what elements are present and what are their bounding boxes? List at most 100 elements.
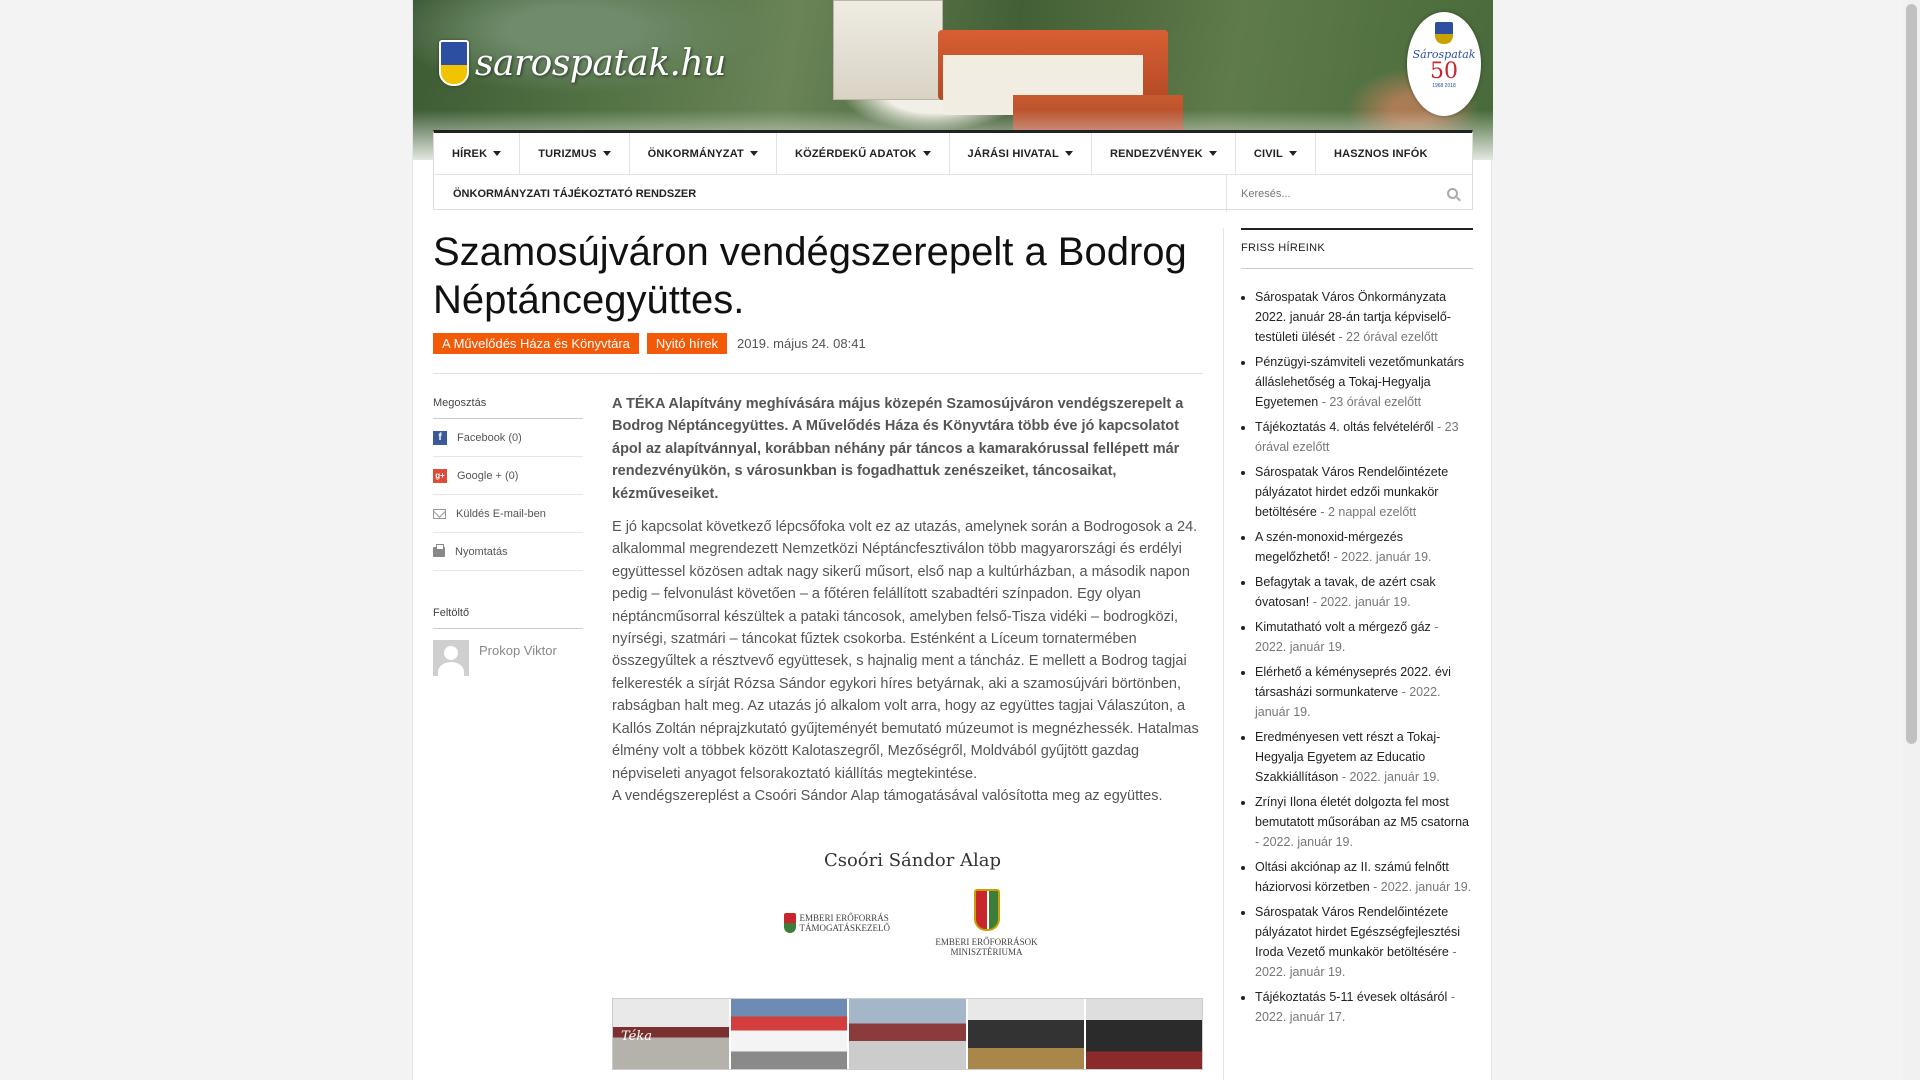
list-item: Zrínyi Ilona életét dolgozta fel most be… — [1241, 792, 1473, 852]
caret-down-icon — [922, 151, 931, 156]
search-input[interactable] — [1241, 187, 1431, 200]
nav-item[interactable]: HÍREK — [434, 133, 521, 174]
coat-of-arms-icon — [439, 40, 469, 86]
list-item: Oltási akciónap az II. számú felnőtt ház… — [1241, 857, 1473, 897]
news-time: - 2022. január 19. — [1330, 550, 1432, 564]
news-link[interactable]: Tájékoztatás 4. oltás felvételéről — [1255, 420, 1434, 434]
nav-item-label: TURIZMUS — [538, 147, 597, 160]
news-time: - 2022. január 19. — [1369, 880, 1472, 894]
list-item: Eredményesen vett részt a Tokaj-Hegyalja… — [1241, 727, 1473, 787]
scrollbar[interactable] — [1903, 0, 1920, 1080]
sidebar-heading: FRISS HÍREINK — [1241, 228, 1473, 269]
share-label: Nyomtatás — [455, 545, 508, 558]
category-tag[interactable]: A Művelődés Háza és Könyvtára — [433, 333, 639, 354]
caret-down-icon — [1208, 151, 1217, 156]
search-box — [1226, 175, 1472, 212]
roofs-image — [1013, 95, 1183, 135]
nav-item[interactable]: KÖZÉRDEKŰ ADATOK — [777, 133, 950, 174]
nav-item-label: KÖZÉRDEKŰ ADATOK — [794, 147, 917, 160]
share-label: Küldés E-mail-ben — [456, 507, 546, 520]
sponsor-left-text: EMBERI ERŐFORRÁS TÁMOGATÁSKEZELŐ — [799, 913, 891, 933]
nav-item[interactable]: JÁRÁSI HIVATAL — [950, 133, 1092, 174]
print-icon — [433, 543, 445, 557]
nav-item[interactable]: TURIZMUS — [520, 133, 630, 174]
sponsor-block: Csoóri Sándor Alap EMBERI ERŐFORRÁS TÁMO… — [612, 850, 1203, 957]
sponsor-logos: EMBERI ERŐFORRÁS TÁMOGATÁSKEZELŐ EMBERI … — [622, 889, 1203, 957]
list-item: Sárospatak Város Rendelőintézete pályáza… — [1241, 902, 1473, 982]
google-plus-icon: g+ — [433, 468, 447, 483]
article-title: Szamosújváron vendégszerepelt a Bodrog N… — [433, 230, 1187, 322]
nav-row-primary: HÍREK TURIZMUS ÖNKORMÁNYZAT KÖZÉRDEKŰ ADATO… — [434, 133, 1472, 175]
list-item: Sárospatak Város Rendelőintézete pályáza… — [1241, 462, 1473, 522]
share-google-plus[interactable]: g+ Google + (0) — [433, 457, 583, 495]
article-paragraph: E jó kapcsolat következő lépcsőfoka volt… — [612, 519, 1199, 782]
article-lead: A TÉKA Alapítvány meghívására május köze… — [612, 396, 1184, 502]
gallery-thumbnail[interactable] — [849, 999, 966, 1069]
main-navigation: HÍREK TURIZMUS ÖNKORMÁNYZAT KÖZÉRDEKŰ ADATO… — [433, 130, 1473, 212]
share-email[interactable]: Küldés E-mail-ben — [433, 495, 583, 533]
list-item: Elérhető a kéményseprés 2022. évi társas… — [1241, 662, 1473, 722]
nav-item-label: JÁRÁSI HIVATAL — [967, 147, 1059, 160]
gallery-thumbnail[interactable] — [731, 999, 848, 1069]
share-facebook[interactable]: f Facebook (0) — [433, 419, 583, 457]
news-link[interactable]: Sárospatak Város Rendelőintézete pályáza… — [1255, 905, 1460, 959]
badge-crest-icon — [1435, 22, 1453, 44]
list-item: A szén-monoxid-mérgezés megelőzhető! - 2… — [1241, 527, 1473, 567]
avatar — [433, 640, 469, 676]
nav-item-onkormanyzati-tajekoztato[interactable]: ÖNKORMÁNYZATI TÁJÉKOZTATÓ RENDSZER — [434, 188, 1226, 200]
nav-item[interactable]: ÖNKORMÁNYZAT — [630, 133, 777, 174]
news-time: - 2022. január 19. — [1338, 770, 1440, 784]
list-item: Tájékoztatás 5-11 évesek oltásáról - 202… — [1241, 987, 1473, 1027]
hungarian-crest-icon — [973, 889, 1000, 931]
nav-item-label: RENDEZVÉNYEK — [1109, 147, 1203, 160]
sidebar: FRISS HÍREINK Sárospatak Város Önkormány… — [1241, 228, 1473, 1032]
sponsor-logo-left: EMBERI ERŐFORRÁS TÁMOGATÁSKEZELŐ — [783, 913, 918, 933]
news-list: Sárospatak Város Önkormányzata 2022. jan… — [1241, 287, 1473, 1027]
crest-icon — [783, 913, 796, 933]
gallery-thumbnail[interactable] — [967, 999, 1084, 1069]
share-print[interactable]: Nyomtatás — [433, 533, 583, 571]
column-divider — [1223, 228, 1224, 1080]
category-tag[interactable]: Nyitó hírek — [646, 333, 728, 354]
share-label: Facebook (0) — [457, 431, 522, 444]
list-item: Sárospatak Város Önkormányzata 2022. jan… — [1241, 287, 1473, 347]
caret-down-icon — [1288, 151, 1297, 156]
nav-item-label: CIVIL — [1253, 147, 1283, 160]
article-closing: A vendégszereplést a Csoóri Sándor Alap … — [612, 787, 1163, 804]
article-date: 2019. május 24. 08:41 — [737, 336, 866, 351]
caret-down-icon — [602, 151, 611, 156]
list-item: Tájékoztatás 4. oltás felvételéről - 23 … — [1241, 417, 1473, 457]
sponsor-title: Csoóri Sándor Alap — [823, 850, 1002, 871]
news-link[interactable]: Tájékoztatás 5-11 évesek oltásáról — [1255, 990, 1447, 1004]
gallery-thumbnail[interactable] — [613, 999, 730, 1069]
news-link[interactable]: Kimutatható volt a mérgező gáz — [1255, 620, 1431, 634]
caret-down-icon — [493, 151, 502, 156]
nav-item[interactable]: RENDEZVÉNYEK — [1092, 133, 1236, 174]
logo-text: sarospatak.hu — [475, 42, 726, 84]
nav-item[interactable]: HASZNOS INFÓK — [1316, 133, 1446, 174]
gallery-thumbnail[interactable] — [1085, 999, 1203, 1069]
site-logo[interactable]: sarospatak.hu — [439, 40, 726, 86]
nav-item[interactable]: CIVIL — [1236, 133, 1316, 174]
search-icon[interactable] — [1447, 188, 1458, 199]
badge-number: 50 — [1430, 59, 1458, 84]
news-time: - 2 nappal ezelőtt — [1316, 505, 1417, 519]
facebook-icon: f — [433, 430, 447, 445]
caret-down-icon — [1064, 151, 1073, 156]
share-label: Google + (0) — [457, 469, 519, 482]
list-item: Befagytak a tavak, de azért csak óvatosa… — [1241, 572, 1473, 612]
news-link[interactable]: Zrínyi Ilona életét dolgozta fel most be… — [1255, 795, 1469, 829]
scrollbar-thumb[interactable] — [1906, 4, 1917, 744]
uploader-heading: Feltöltő — [433, 597, 583, 629]
news-time: - 23 órával ezelőtt — [1318, 395, 1422, 409]
divider — [433, 373, 1203, 374]
sponsor-logo-right: EMBERI ERŐFORRÁSOK MINISZTÉRIUMA — [932, 889, 1042, 957]
nav-item-label: HASZNOS INFÓK — [1333, 147, 1428, 160]
uploader-name[interactable]: Prokop Viktor — [479, 643, 557, 676]
castle-image — [833, 0, 943, 100]
sponsor-right-text: EMBERI ERŐFORRÁSOK MINISZTÉRIUMA — [935, 937, 1038, 957]
nav-item-label: HÍREK — [452, 147, 488, 160]
nav-row-secondary: ÖNKORMÁNYZATI TÁJÉKOZTATÓ RENDSZER — [434, 175, 1472, 212]
page: sarospatak.hu Sárospatak 50 1968 2018 HÍ… — [412, 0, 1493, 1080]
mail-icon — [433, 508, 446, 519]
